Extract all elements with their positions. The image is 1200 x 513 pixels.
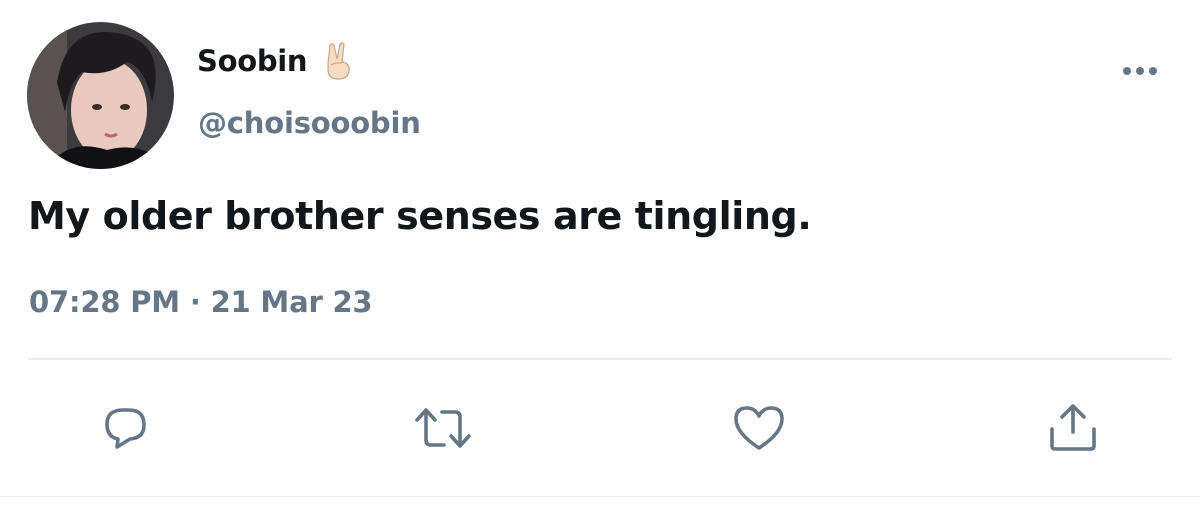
heart-icon <box>734 406 784 450</box>
timestamp-separator: · <box>189 285 201 319</box>
share-button[interactable] <box>1047 402 1099 454</box>
display-name[interactable]: Soobin <box>197 44 308 78</box>
reply-button[interactable] <box>99 402 151 454</box>
tweet-date[interactable]: 21 Mar 23 <box>211 285 373 319</box>
more-dots-icon[interactable] <box>1118 56 1162 86</box>
victory-hand-emoji-icon <box>327 42 350 80</box>
avatar-photo <box>27 22 174 169</box>
share-upload-icon <box>1050 404 1096 451</box>
retweet-button[interactable] <box>413 402 471 454</box>
reply-bubble-icon <box>105 408 146 449</box>
avatar[interactable] <box>27 22 174 169</box>
user-handle[interactable]: @choisooobin <box>198 106 421 140</box>
retweet-icon <box>415 408 471 448</box>
divider <box>28 358 1172 360</box>
tweet-timestamp: 07:28 PM · 21 Mar 23 <box>29 284 373 320</box>
tweet-time[interactable]: 07:28 PM <box>29 285 180 319</box>
tweet-text: My older brother senses are tingling. <box>28 194 812 238</box>
tweet-card: Soobin @choisooobin My older brother sen… <box>0 0 1200 513</box>
bottom-divider <box>0 496 1200 497</box>
like-button[interactable] <box>732 402 784 454</box>
